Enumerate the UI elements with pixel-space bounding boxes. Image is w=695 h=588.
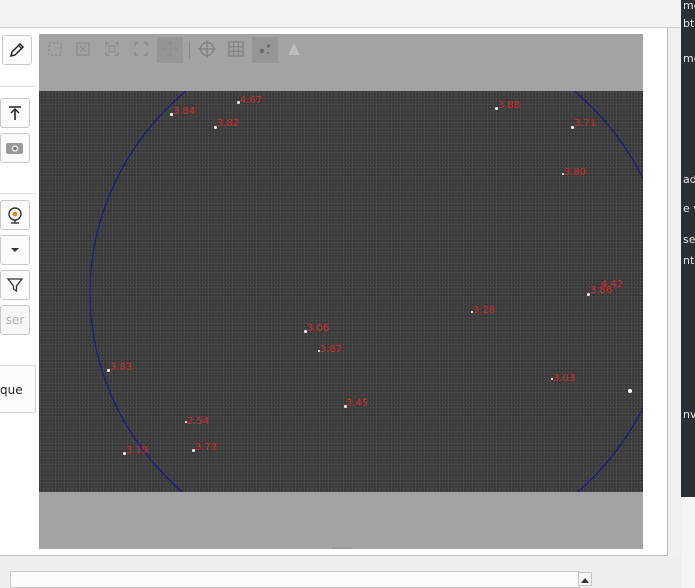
top-bar [0, 0, 680, 28]
info-text: ad [683, 173, 695, 186]
star-field-image[interactable]: 3.84 4.67 3.82 3.88 3.71 3.80 4.42 3.86 … [39, 91, 643, 492]
guide-circle [89, 91, 643, 492]
autofocus-button[interactable] [0, 200, 30, 230]
hfr-label: 3.82 [217, 118, 240, 129]
arrow-up-icon [581, 572, 589, 586]
pan-tool-button[interactable] [157, 37, 183, 63]
stars-toggle[interactable] [252, 37, 278, 63]
edit-button[interactable] [2, 35, 32, 65]
hfr-label: 2.54 [187, 416, 210, 427]
scroll-up-button[interactable] [578, 572, 592, 586]
mountain-toggle[interactable] [281, 37, 307, 63]
zoom-fit-button[interactable] [99, 37, 125, 63]
crosshair-toggle[interactable] [194, 37, 220, 63]
pan-icon [161, 40, 179, 61]
hfr-label: 3.73 [195, 442, 218, 453]
info-text: nt [683, 254, 695, 267]
left-divider [0, 193, 36, 194]
hfr-label: 3.87 [320, 344, 343, 355]
hfr-label: 3.88 [498, 100, 521, 111]
focus-target-icon [5, 205, 25, 225]
pencil-icon [8, 41, 26, 59]
camera-button[interactable] [0, 133, 30, 163]
grid-toggle[interactable] [223, 37, 249, 63]
technique-group: que [0, 365, 36, 413]
resize-grip[interactable] [333, 548, 351, 551]
crop-icon [74, 40, 92, 61]
hfr-label: 3.03 [553, 373, 576, 384]
crop-tool-button[interactable] [70, 37, 96, 63]
right-lower-panel [681, 497, 695, 588]
zoom-fit-icon [103, 40, 121, 61]
reset-button[interactable]: ser [0, 305, 30, 335]
hfr-label: 3.19 [126, 445, 149, 456]
arrow-to-top-icon [6, 104, 24, 122]
filter-button[interactable] [0, 270, 30, 300]
options-dropdown[interactable] [0, 235, 30, 265]
image-viewer[interactable]: 3.84 4.67 3.82 3.88 3.71 3.80 4.42 3.86 … [39, 34, 643, 549]
filter-funnel-icon [6, 276, 24, 294]
left-tool-panel: ser que [0, 28, 36, 556]
hfr-label: 3.83 [110, 362, 133, 373]
select-icon [46, 40, 64, 61]
zoom-full-icon [132, 40, 150, 61]
crosshair-icon [197, 39, 217, 62]
hfr-label: 3.28 [473, 305, 496, 316]
chevron-down-icon [9, 245, 21, 255]
grid-icon [227, 40, 245, 61]
info-text: bt [683, 17, 695, 30]
zoom-full-button[interactable] [128, 37, 154, 63]
stars-icon [256, 40, 274, 61]
log-field[interactable] [10, 571, 580, 588]
info-text: me [683, 52, 695, 65]
info-text: nvi [683, 408, 695, 421]
hfr-label: 3.80 [564, 167, 587, 178]
left-divider [0, 86, 36, 87]
hfr-label: 3.45 [346, 398, 369, 409]
technique-label: que [0, 383, 23, 397]
select-tool-button[interactable] [42, 37, 68, 63]
triangle-icon [285, 40, 303, 61]
reset-button-label: ser [5, 313, 25, 327]
toolbar-divider [189, 41, 190, 59]
info-text: me [683, 0, 695, 12]
upload-top-button[interactable] [0, 98, 30, 128]
hfr-label: 3.71 [574, 118, 597, 129]
camera-icon [5, 140, 25, 156]
info-text: se [683, 233, 695, 246]
hfr-label: 3.06 [307, 323, 330, 334]
viewer-toolbar [39, 34, 643, 66]
hfr-label: 3.84 [173, 106, 196, 117]
info-text: e v [683, 202, 695, 215]
star [628, 389, 632, 393]
hfr-label: 3.86 [590, 285, 613, 296]
hfr-label: 4.67 [240, 95, 263, 106]
